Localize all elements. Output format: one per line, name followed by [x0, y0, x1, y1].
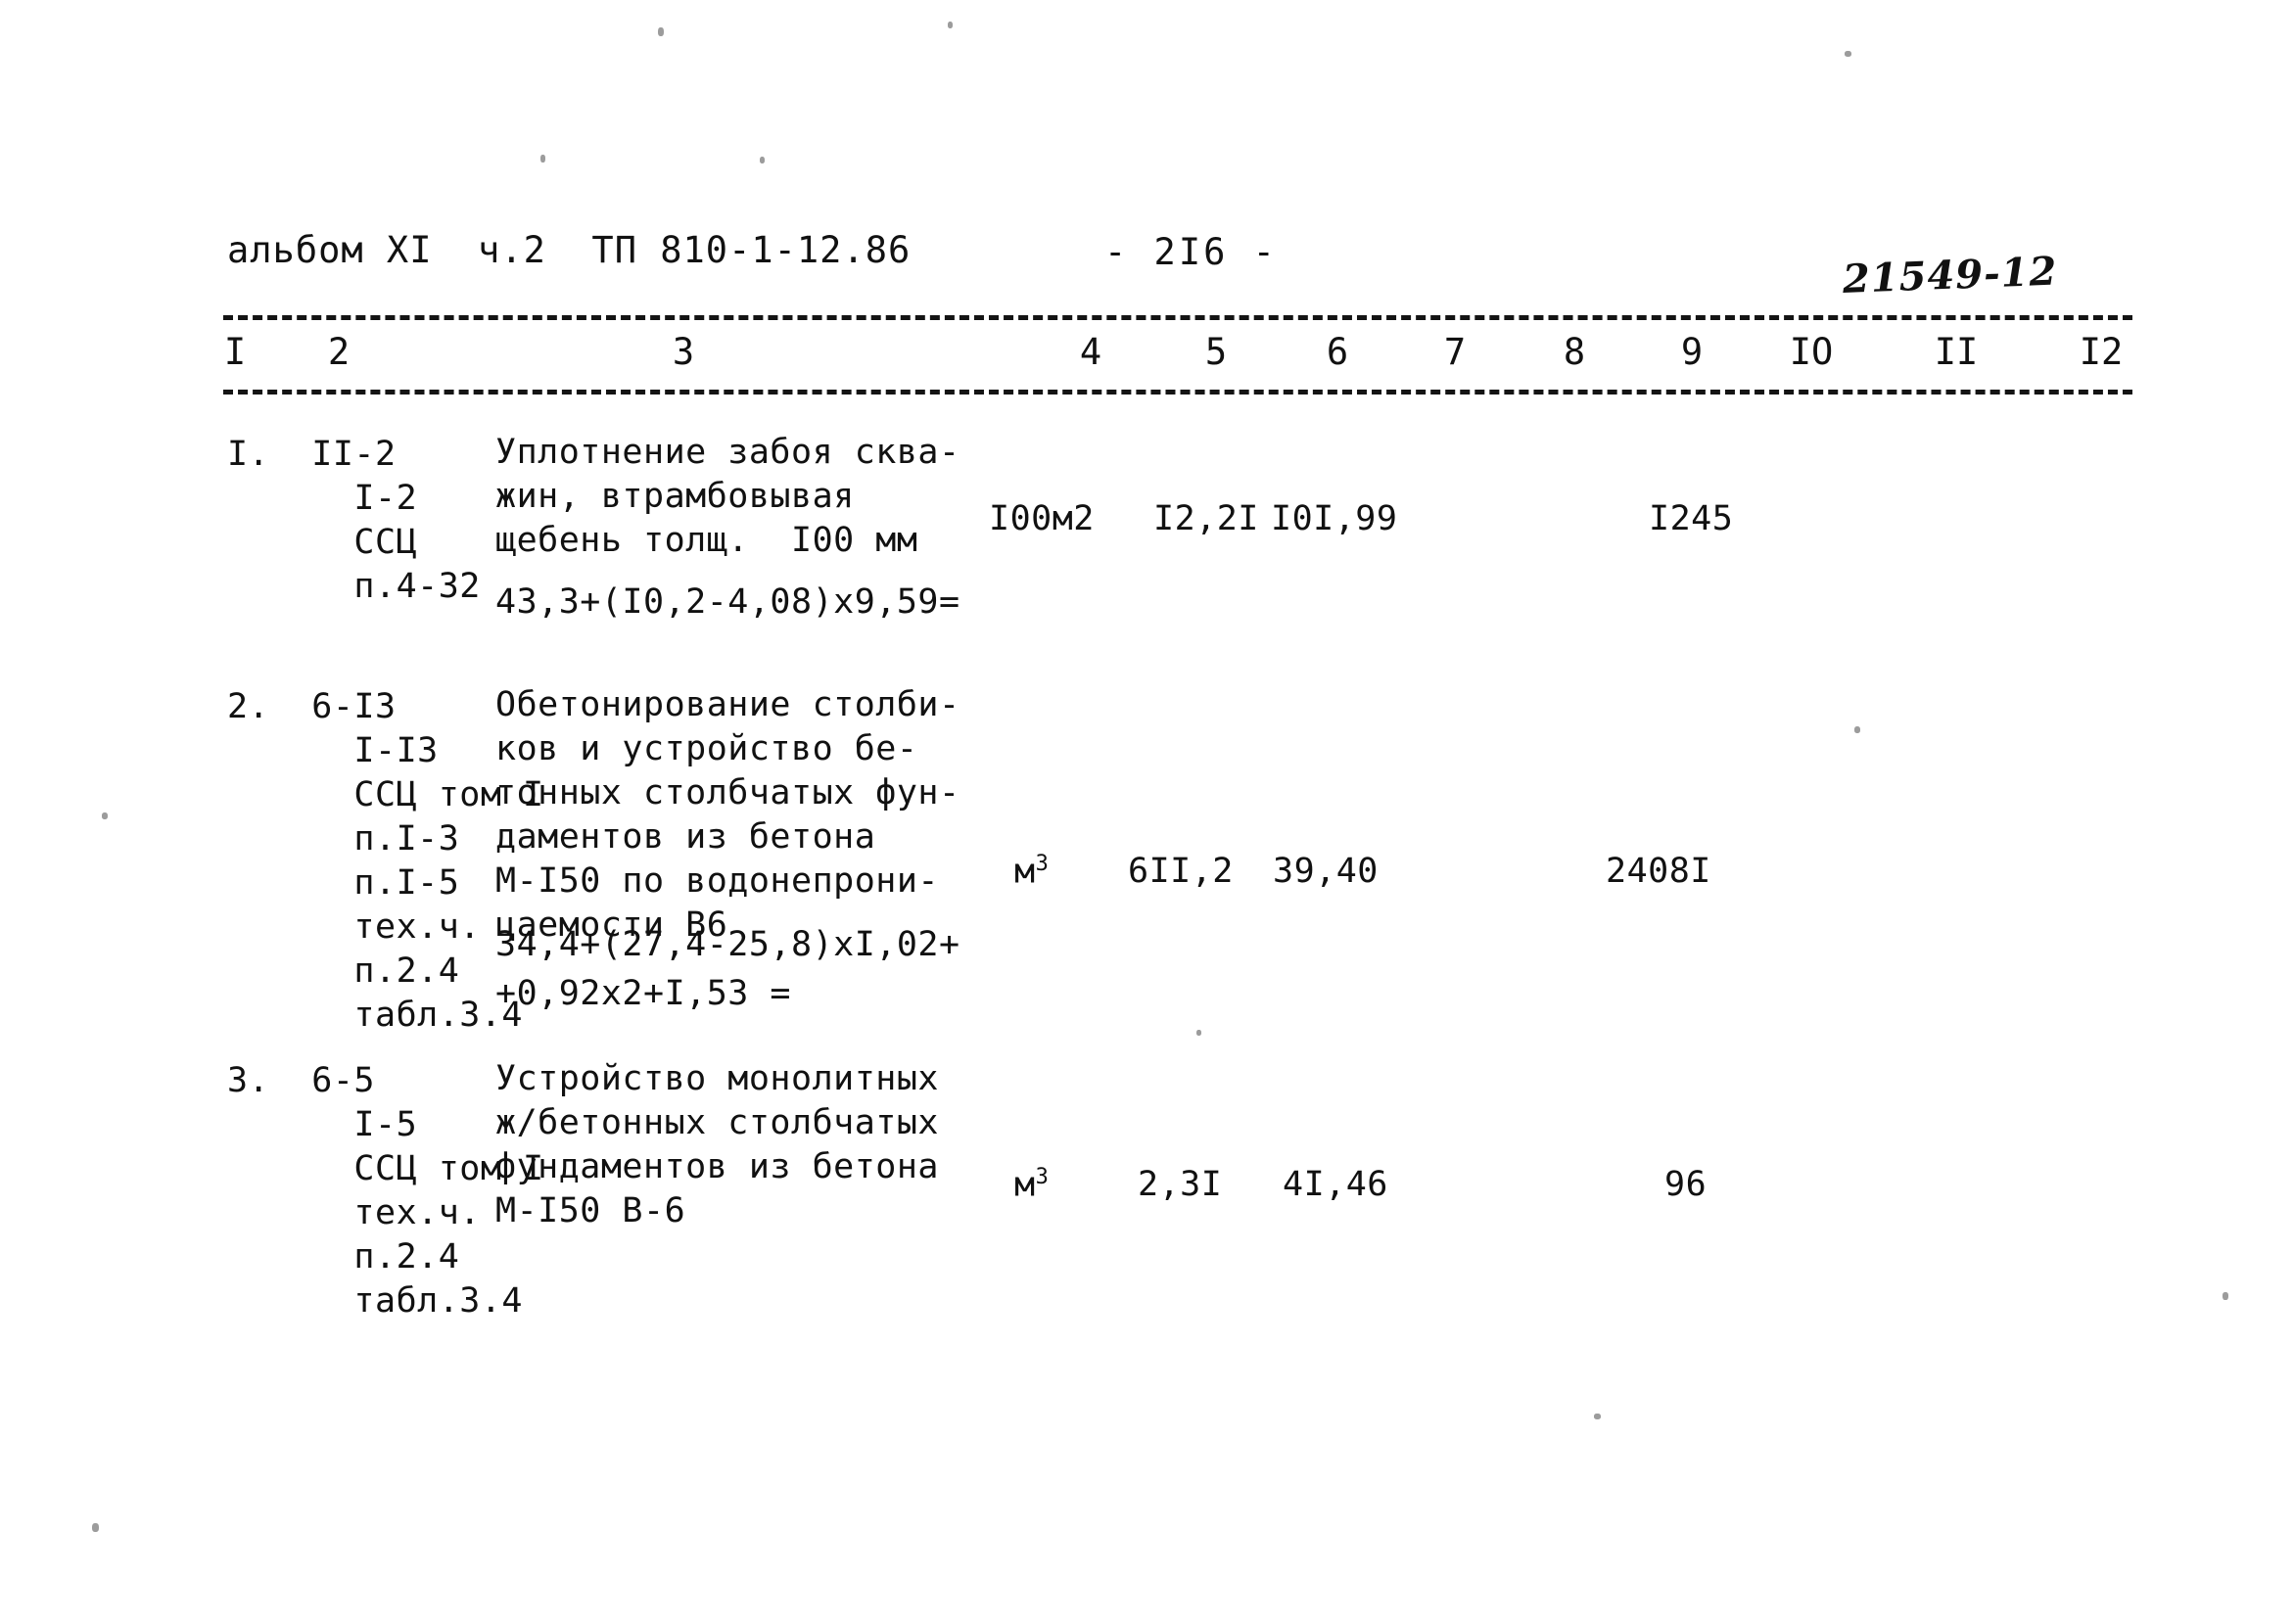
- row-formula: 43,3+(I0,2-4,08)x9,59=: [495, 582, 960, 622]
- scanned-document-page: альбом XI ч.2 ТП 810-1-12.86 - 2I6 - 215…: [0, 0, 2293, 1624]
- handwritten-archive-number: 21549-12: [1842, 248, 2059, 302]
- column-number: 4: [1079, 331, 1102, 373]
- row-unit-exponent: 3: [1035, 1165, 1049, 1189]
- column-number: I2: [2079, 331, 2124, 373]
- scan-speck: [760, 157, 765, 163]
- column-number: 7: [1443, 331, 1467, 373]
- column-number: II: [1934, 331, 1979, 373]
- row-unit-exponent: 3: [1035, 852, 1049, 876]
- row-unit-price: 4I,46: [1283, 1165, 1388, 1204]
- scan-speck: [1594, 1414, 1601, 1419]
- row-unit-price: 39,40: [1273, 852, 1379, 891]
- row-total: I245: [1649, 499, 1734, 538]
- page-number: - 2I6 -: [1104, 231, 1278, 273]
- column-number: I: [223, 331, 247, 373]
- row-total: 96: [1664, 1165, 1708, 1204]
- row-unit: м3: [1014, 1165, 1049, 1205]
- table-column-numbers: I 2 3 4 5 6 7 8 9 IO II I2: [223, 331, 2132, 382]
- scan-speck: [92, 1523, 99, 1532]
- album-reference: альбом XI ч.2 ТП 810-1-12.86: [227, 229, 912, 271]
- scan-speck: [1845, 51, 1851, 57]
- row-unit-text: м: [1014, 1165, 1036, 1205]
- column-number: 9: [1680, 331, 1704, 373]
- row-description: Обетонирование столби- ков и устройство …: [495, 685, 960, 945]
- row-quantity: I2,2I: [1153, 499, 1259, 538]
- scan-speck: [948, 22, 953, 28]
- row-description: Уплотнение забоя сква- жин, втрамбовывая…: [495, 433, 960, 560]
- scan-speck: [1854, 726, 1860, 733]
- row-description: Устройство монолитных ж/бетонных столбча…: [495, 1059, 940, 1230]
- column-number: IO: [1789, 331, 1834, 373]
- row-unit: I00м2: [989, 499, 1095, 538]
- scan-speck: [658, 27, 664, 36]
- row-unit-text: м: [1014, 852, 1036, 892]
- row-total: 2408I: [1606, 852, 1711, 891]
- scan-speck: [540, 155, 545, 162]
- row-quantity: 2,3I: [1138, 1165, 1223, 1204]
- row-formula: 34,4+(27,4-25,8)xI,02+ +0,92x2+I,53 =: [495, 925, 960, 1013]
- scan-speck: [102, 812, 108, 819]
- scan-speck: [1196, 1030, 1201, 1036]
- scan-speck: [2223, 1292, 2228, 1300]
- column-number: 2: [327, 331, 351, 373]
- row-unit-price: I0I,99: [1271, 499, 1398, 538]
- column-number: 5: [1204, 331, 1228, 373]
- row-unit: м3: [1014, 852, 1049, 892]
- column-number: 6: [1326, 331, 1349, 373]
- row-quantity: 6II,2: [1128, 852, 1234, 891]
- column-number: 8: [1563, 331, 1586, 373]
- table-rule-top: [223, 315, 2132, 320]
- row-codes: I. II-2 I-2 ССЦ п.4-32: [227, 435, 481, 606]
- table-rule-bottom: [223, 390, 2132, 394]
- column-number: 3: [672, 331, 695, 373]
